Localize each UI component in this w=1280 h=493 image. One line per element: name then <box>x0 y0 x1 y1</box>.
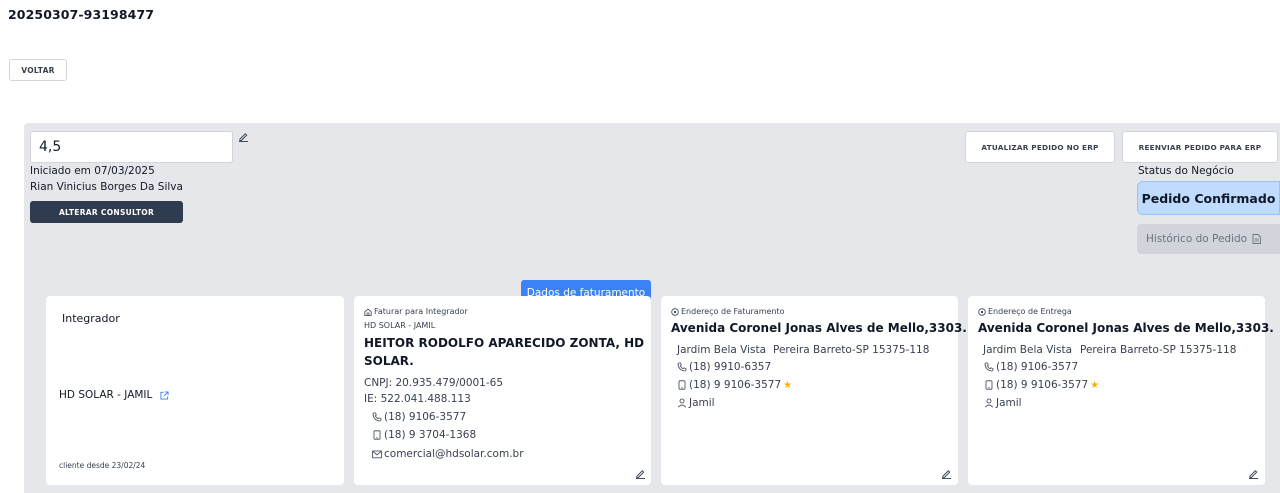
integrator-name-row: HD SOLAR - JAMIL <box>59 389 169 401</box>
change-consultant-button[interactable]: ALTERAR CONSULTOR <box>30 201 183 223</box>
score-input[interactable] <box>30 131 233 163</box>
history-label: Histórico do Pedido <box>1146 233 1248 245</box>
home-icon <box>364 307 372 316</box>
mobile-icon <box>985 380 993 390</box>
billing-mobile-row: (18) 9 3704-1368 <box>372 429 476 441</box>
status-badge: Pedido Confirmado <box>1137 181 1280 215</box>
phone-icon <box>372 412 382 422</box>
billing-address-mobile-row: (18) 9 9106-3577 ★ <box>677 379 792 391</box>
status-label: Status do Negócio <box>1138 165 1234 177</box>
billing-ie: IE: 522.041.488.113 <box>364 393 471 405</box>
billing-company-name-2: SOLAR. <box>364 354 414 368</box>
billing-label-row: Faturar para Integrador <box>364 307 468 316</box>
integrator-title: Integrador <box>62 312 120 325</box>
resend-erp-button[interactable]: REENVIAR PEDIDO PARA ERP <box>1122 131 1278 163</box>
billing-address-city: Pereira Barreto-SP 15375-118 <box>773 344 930 356</box>
integrator-name: HD SOLAR - JAMIL <box>59 389 153 401</box>
delivery-address-contact: Jamil <box>996 397 1022 409</box>
delivery-address-phone: (18) 9106-3577 <box>996 361 1079 373</box>
consultant-name: Rian Vinicius Borges Da Silva <box>30 181 183 193</box>
billing-address-contact-row: Jamil <box>677 397 715 409</box>
delivery-address-label-row: Endereço de Entrega <box>978 307 1072 316</box>
pencil-icon[interactable] <box>238 131 249 142</box>
delivery-address-contact-row: Jamil <box>984 397 1022 409</box>
billing-address-phone-row: (18) 9910-6357 <box>677 361 771 373</box>
started-date: Iniciado em 07/03/2025 <box>30 165 155 177</box>
delivery-address-phone-row: (18) 9106-3577 <box>984 361 1078 373</box>
billing-address-contact: Jamil <box>689 397 715 409</box>
delivery-address-district: Jardim Bela Vista <box>983 344 1073 356</box>
user-icon <box>677 398 687 408</box>
pencil-icon[interactable] <box>1248 468 1259 479</box>
billing-email-row: comercial@hdsolar.com.br <box>372 448 524 460</box>
order-history-button[interactable]: Histórico do Pedido <box>1137 224 1280 254</box>
document-icon <box>1252 234 1262 244</box>
mobile-icon <box>373 430 381 440</box>
order-id-title: 20250307-93198477 <box>8 7 155 22</box>
billing-address-mobile: (18) 9 9106-3577 <box>689 379 782 391</box>
location-pin-icon <box>671 307 679 316</box>
delivery-address-label: Endereço de Entrega <box>988 307 1072 316</box>
billing-cnpj: CNPJ: 20.935.479/0001-65 <box>364 377 504 389</box>
billing-address-street: Avenida Coronel Jonas Alves de Mello,330… <box>671 321 967 335</box>
billing-address-label-row: Endereço de Faturamento <box>671 307 785 316</box>
star-icon: ★ <box>1090 379 1100 391</box>
delivery-address-city: Pereira Barreto-SP 15375-118 <box>1080 344 1237 356</box>
pencil-icon[interactable] <box>941 468 952 479</box>
phone-icon <box>677 362 687 372</box>
update-erp-button[interactable]: ATUALIZAR PEDIDO NO ERP <box>965 131 1115 163</box>
billing-address-label: Endereço de Faturamento <box>681 307 785 316</box>
billing-company-short: HD SOLAR - JAMIL <box>364 321 436 330</box>
pencil-icon[interactable] <box>635 468 646 479</box>
mobile-icon <box>678 380 686 390</box>
billing-email: comercial@hdsolar.com.br <box>384 448 524 460</box>
client-since: cliente desde 23/02/24 <box>59 461 146 470</box>
external-link-icon[interactable] <box>160 390 169 400</box>
mail-icon <box>372 450 382 458</box>
billing-phone: (18) 9106-3577 <box>384 411 467 423</box>
phone-icon <box>984 362 994 372</box>
user-icon <box>984 398 994 408</box>
billing-label: Faturar para Integrador <box>374 307 468 316</box>
star-icon: ★ <box>783 379 793 391</box>
delivery-address-mobile: (18) 9 9106-3577 <box>996 379 1089 391</box>
billing-company-name-1: HEITOR RODOLFO APARECIDO ZONTA, HD <box>364 336 645 350</box>
billing-phone-row: (18) 9106-3577 <box>372 411 466 423</box>
delivery-address-mobile-row: (18) 9 9106-3577 ★ <box>984 379 1099 391</box>
billing-mobile: (18) 9 3704-1368 <box>384 429 477 441</box>
back-button[interactable]: VOLTAR <box>9 59 67 81</box>
location-pin-icon <box>978 307 986 316</box>
billing-address-district: Jardim Bela Vista <box>677 344 767 356</box>
delivery-address-street: Avenida Coronel Jonas Alves de Mello,330… <box>978 321 1274 335</box>
billing-address-phone: (18) 9910-6357 <box>689 361 772 373</box>
